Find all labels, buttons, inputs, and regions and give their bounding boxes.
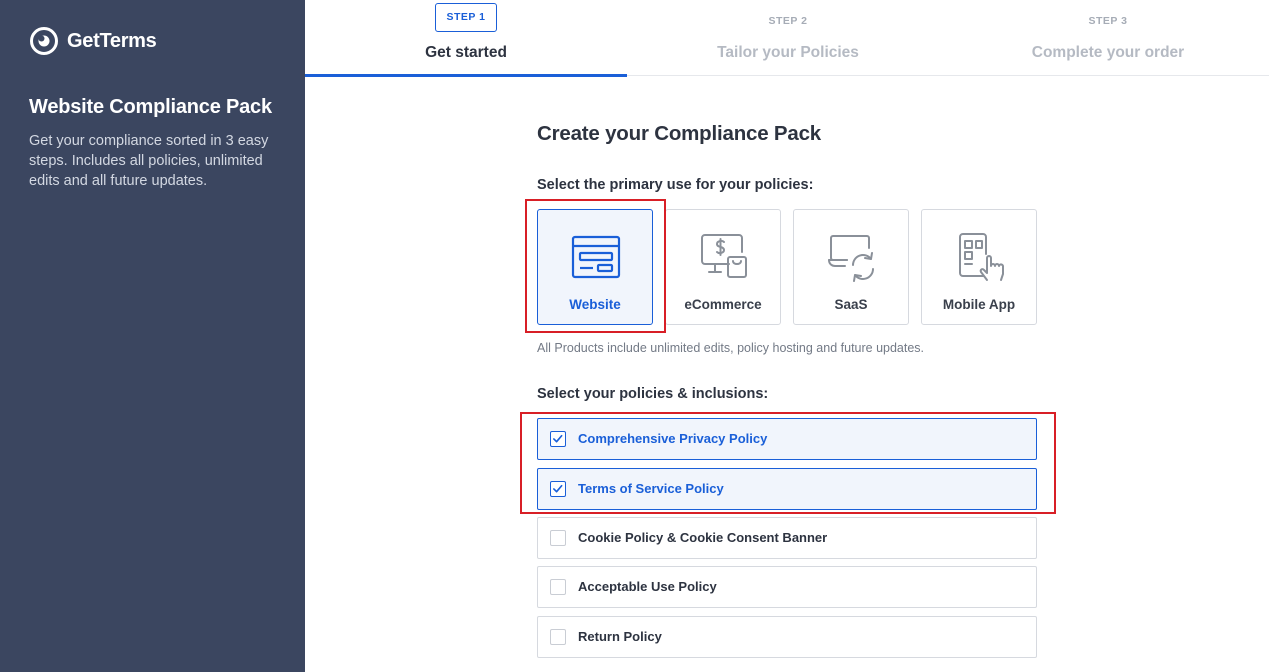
step-3: STEP 3 Complete your order (947, 0, 1269, 76)
products-note: All Products include unlimited edits, po… (537, 341, 925, 355)
saas-icon (828, 235, 874, 282)
main-content: STEP 1 Get started STEP 2 Tailor your Po… (305, 0, 1269, 672)
mobile-app-icon (959, 233, 1005, 281)
policy-option-cookie[interactable]: Cookie Policy & Cookie Consent Banner (537, 517, 1037, 559)
checkbox[interactable] (550, 431, 566, 447)
check-icon (553, 484, 563, 493)
policy-option-terms-of-service[interactable]: Terms of Service Policy (537, 468, 1037, 510)
checkbox[interactable] (550, 481, 566, 497)
checkbox[interactable] (550, 579, 566, 595)
policy-label: Acceptable Use Policy (578, 579, 717, 594)
step-1[interactable]: STEP 1 Get started (305, 0, 627, 77)
active-step-indicator (305, 74, 627, 77)
primary-use-label: Select the primary use for your policies… (537, 177, 814, 193)
policies-label: Select your policies & inclusions: (537, 386, 769, 402)
option-ecommerce[interactable]: eCommerce (665, 209, 781, 325)
policy-option-acceptable-use[interactable]: Acceptable Use Policy (537, 566, 1037, 608)
step-3-number: STEP 3 (1088, 15, 1128, 27)
step-2-label: Tailor your Policies (717, 44, 859, 61)
brand-name: GetTerms (67, 29, 157, 52)
sidebar: GetTerms Website Compliance Pack Get you… (0, 0, 305, 672)
option-saas-label: SaaS (834, 297, 868, 312)
option-website-label: Website (569, 297, 621, 312)
option-website[interactable]: Website (537, 209, 653, 325)
policy-label: Terms of Service Policy (578, 481, 724, 496)
step-2-number: STEP 2 (768, 15, 808, 27)
getterms-logo-icon (30, 27, 58, 55)
step-1-label: Get started (425, 44, 507, 61)
sidebar-description: Get your compliance sorted in 3 easy ste… (29, 133, 269, 189)
option-mobile-app-label: Mobile App (942, 297, 1016, 312)
page-title: Create your Compliance Pack (537, 122, 821, 145)
step-2: STEP 2 Tailor your Policies (627, 0, 949, 76)
option-mobile-app[interactable]: Mobile App (921, 209, 1037, 325)
website-icon (571, 235, 621, 279)
logo[interactable]: GetTerms (29, 26, 157, 56)
sidebar-title: Website Compliance Pack (29, 96, 272, 118)
policy-label: Cookie Policy & Cookie Consent Banner (578, 530, 828, 545)
policy-option-privacy[interactable]: Comprehensive Privacy Policy (537, 418, 1037, 460)
step-1-number: STEP 1 (435, 3, 497, 32)
step-3-label: Complete your order (1031, 44, 1185, 61)
check-icon (553, 434, 563, 443)
checkbox[interactable] (550, 530, 566, 546)
policy-label: Comprehensive Privacy Policy (578, 431, 768, 446)
policy-label: Return Policy (578, 629, 662, 644)
option-saas[interactable]: SaaS (793, 209, 909, 325)
option-ecommerce-label: eCommerce (684, 297, 762, 312)
policy-option-return[interactable]: Return Policy (537, 616, 1037, 658)
primary-use-options: Website eCommerce SaaS Mobile App (537, 209, 1037, 325)
ecommerce-icon (701, 234, 747, 278)
checkbox[interactable] (550, 629, 566, 645)
stepper: STEP 1 Get started STEP 2 Tailor your Po… (305, 0, 1269, 77)
